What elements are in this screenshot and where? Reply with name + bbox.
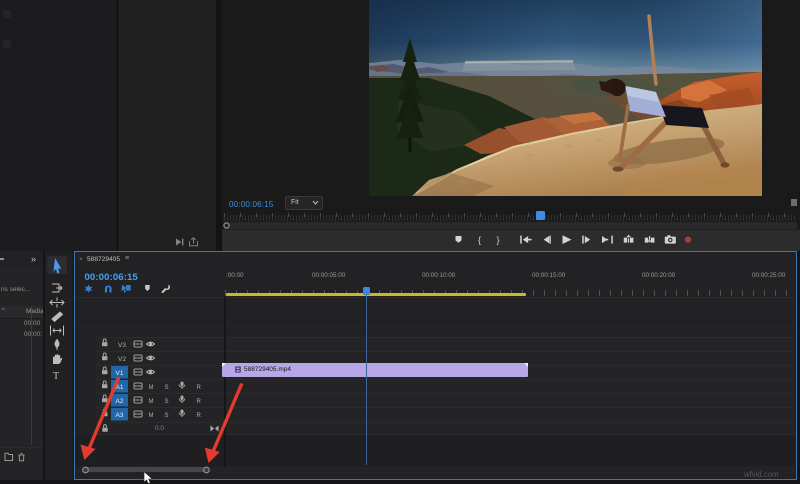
svg-text:R: R (197, 385, 202, 391)
svg-text:T: T (53, 371, 59, 382)
svg-text:M: M (149, 385, 154, 391)
svg-text:V2: V2 (118, 356, 126, 363)
svg-text:S: S (165, 385, 169, 391)
svg-text:{: { (478, 235, 481, 245)
svg-text:A1: A1 (116, 384, 124, 391)
svg-text:V1: V1 (116, 370, 124, 377)
svg-text:}: } (497, 235, 500, 245)
svg-text:A3: A3 (116, 412, 124, 419)
svg-text:V3: V3 (118, 342, 126, 349)
svg-text:A2: A2 (116, 398, 124, 405)
